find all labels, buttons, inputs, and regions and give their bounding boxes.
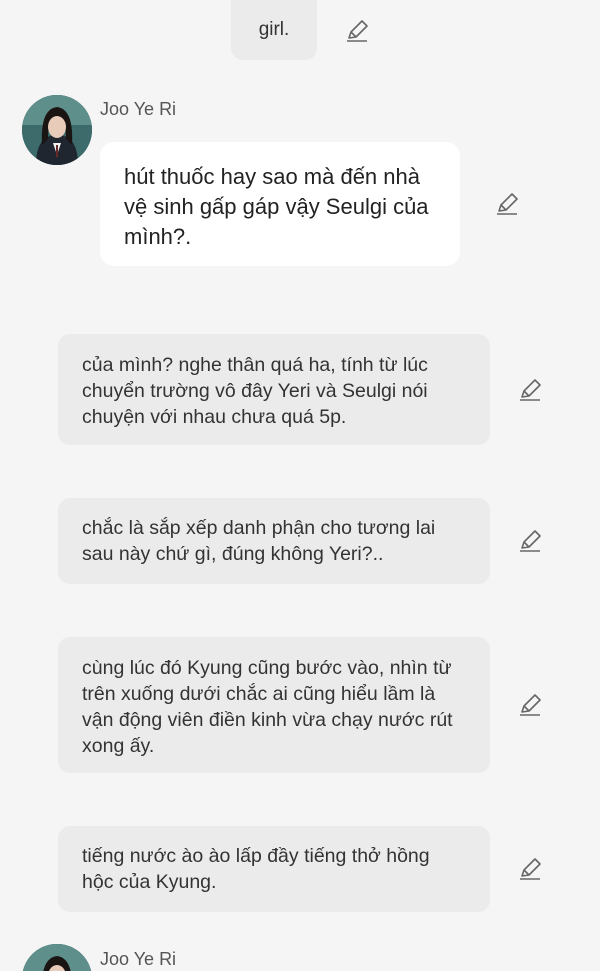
pencil-icon[interactable] <box>517 528 543 554</box>
narration-bubble: cùng lúc đó Kyung cũng bước vào, nhìn từ… <box>58 637 490 773</box>
narration-text: chắc là sắp xếp danh phận cho tương lai … <box>82 517 436 565</box>
avatar[interactable] <box>22 95 92 165</box>
message-text: girl. <box>258 19 290 40</box>
narration-bubble: tiếng nước ào ào lấp đầy tiếng thở hồng … <box>58 826 490 912</box>
story-chat-view: girl. Joo Ye Ri hút thuốc hay sao mà đến… <box>0 0 600 971</box>
narration-text: cùng lúc đó Kyung cũng bước vào, nhìn từ… <box>82 657 453 757</box>
dialog-text: hút thuốc hay sao mà đến nhà vệ sinh gấp… <box>124 164 429 249</box>
speaker-name: Joo Ye Ri <box>100 99 177 119</box>
pencil-icon[interactable] <box>517 856 543 882</box>
dialog-bubble: hút thuốc hay sao mà đến nhà vệ sinh gấp… <box>100 142 460 266</box>
pencil-icon[interactable] <box>344 18 370 44</box>
narration-text: của mình? nghe thân quá ha, tính từ lúc … <box>82 354 428 428</box>
narration-text: tiếng nước ào ào lấp đầy tiếng thở hồng … <box>82 845 430 893</box>
pencil-icon[interactable] <box>494 191 520 217</box>
pencil-icon[interactable] <box>517 377 543 403</box>
speaker-name: Joo Ye Ri <box>100 949 177 969</box>
message-bubble-top: girl. <box>231 0 317 60</box>
avatar[interactable] <box>22 944 92 971</box>
narration-bubble: chắc là sắp xếp danh phận cho tương lai … <box>58 498 490 584</box>
pencil-icon[interactable] <box>517 692 543 718</box>
narration-bubble: của mình? nghe thân quá ha, tính từ lúc … <box>58 334 490 445</box>
